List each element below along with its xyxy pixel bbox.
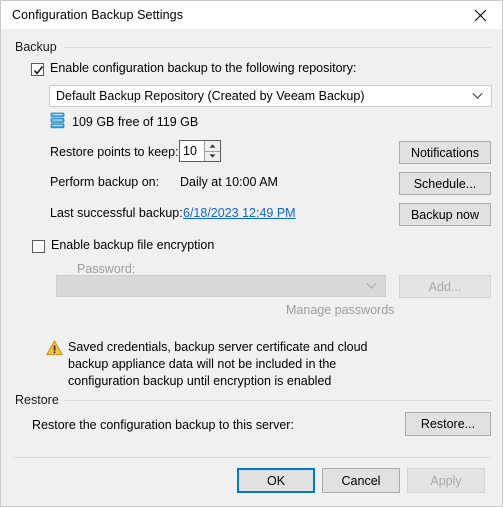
backup-group-rule (64, 47, 491, 48)
footer-separator (13, 457, 491, 458)
restore-points-value[interactable]: 10 (180, 141, 204, 161)
caret-up-glyph (209, 144, 216, 148)
perform-backup-label: Perform backup on: (50, 175, 160, 189)
perform-backup-value: Daily at 10:00 AM (180, 175, 278, 189)
caret-down-glyph (209, 154, 216, 158)
backup-now-button[interactable]: Backup now (399, 203, 491, 226)
stepper-up-icon[interactable] (205, 141, 220, 152)
enable-encryption-label: Enable backup file encryption (51, 238, 215, 252)
last-backup-link[interactable]: 6/18/2023 12:49 PM (183, 206, 296, 220)
restore-group-label: Restore (15, 393, 65, 407)
chevron-down-icon (472, 92, 483, 99)
schedule-button[interactable]: Schedule... (399, 172, 491, 195)
warning-icon (46, 340, 63, 356)
add-password-button: Add... (399, 275, 491, 298)
warning-text: Saved credentials, backup server certifi… (68, 340, 368, 388)
manage-passwords-link: Manage passwords (286, 303, 395, 317)
password-label: Password: (77, 262, 136, 276)
backup-group-label: Backup (15, 40, 63, 54)
stepper-down-icon[interactable] (205, 152, 220, 162)
repository-combobox-value: Default Backup Repository (Created by Ve… (56, 89, 365, 103)
window-title: Configuration Backup Settings (12, 8, 184, 22)
password-combobox (56, 275, 386, 297)
restore-button[interactable]: Restore... (405, 412, 491, 436)
enable-config-backup-label: Enable configuration backup to the follo… (50, 61, 357, 75)
close-glyph (474, 9, 486, 21)
restore-points-stepper[interactable]: 10 (179, 140, 221, 162)
last-backup-label: Last successful backup: (50, 206, 183, 220)
apply-button: Apply (407, 468, 485, 493)
enable-config-backup-checkbox[interactable] (31, 63, 44, 76)
ok-button[interactable]: OK (237, 468, 315, 493)
configuration-backup-settings-dialog: Configuration Backup Settings Backup [da… (0, 0, 503, 507)
notifications-button[interactable]: Notifications (399, 141, 491, 164)
restore-points-label: Restore points to keep: (50, 145, 179, 159)
restore-description: Restore the configuration backup to this… (32, 418, 294, 432)
chevron-down-icon (366, 282, 377, 289)
checkmark-icon (33, 66, 44, 75)
repository-capacity-text: 109 GB free of 119 GB (72, 115, 199, 129)
repository-icon (50, 112, 65, 129)
close-icon[interactable] (458, 1, 502, 29)
restore-group-rule (65, 400, 491, 401)
cancel-button[interactable]: Cancel (322, 468, 400, 493)
restore-points-spin-buttons (204, 141, 220, 161)
repository-combobox[interactable]: Default Backup Repository (Created by Ve… (49, 85, 492, 107)
titlebar: Configuration Backup Settings (1, 1, 502, 29)
enable-encryption-checkbox[interactable] (32, 240, 45, 253)
